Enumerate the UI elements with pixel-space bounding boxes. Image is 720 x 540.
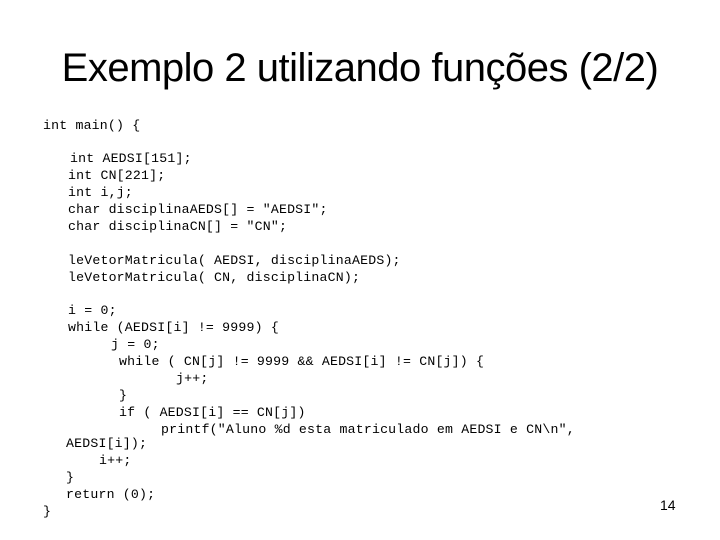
code-line: printf("Aluno %d esta matriculado em AED… bbox=[161, 422, 575, 437]
code-line: AEDSI[i]); bbox=[66, 436, 148, 451]
code-line: char disciplinaCN[] = "CN"; bbox=[68, 219, 288, 234]
code-line: } bbox=[66, 470, 75, 485]
code-line: return (0); bbox=[66, 487, 156, 502]
code-line: leVetorMatricula( AEDSI, disciplinaAEDS)… bbox=[68, 253, 401, 268]
code-line: int main() { bbox=[43, 118, 141, 133]
slide: Exemplo 2 utilizando funções (2/2) int m… bbox=[0, 0, 720, 540]
code-line: while (AEDSI[i] != 9999) { bbox=[68, 320, 279, 335]
code-line: j = 0; bbox=[111, 337, 160, 352]
code-line: i++; bbox=[99, 453, 132, 468]
page-number: 14 bbox=[660, 497, 676, 513]
code-line: } bbox=[119, 388, 128, 403]
code-line: j++; bbox=[176, 371, 209, 386]
code-line: int AEDSI[151]; bbox=[70, 151, 192, 166]
slide-title: Exemplo 2 utilizando funções (2/2) bbox=[61, 46, 659, 90]
code-line: int CN[221]; bbox=[68, 168, 166, 183]
code-line: while ( CN[j] != 9999 && AEDSI[i] != CN[… bbox=[119, 354, 485, 369]
code-line: i = 0; bbox=[68, 303, 117, 318]
code-line: } bbox=[43, 504, 52, 519]
code-line: if ( AEDSI[i] == CN[j]) bbox=[119, 405, 306, 420]
code-line: leVetorMatricula( CN, disciplinaCN); bbox=[68, 270, 361, 285]
code-line: int i,j; bbox=[68, 185, 133, 200]
code-line: char disciplinaAEDS[] = "AEDSI"; bbox=[68, 202, 328, 217]
